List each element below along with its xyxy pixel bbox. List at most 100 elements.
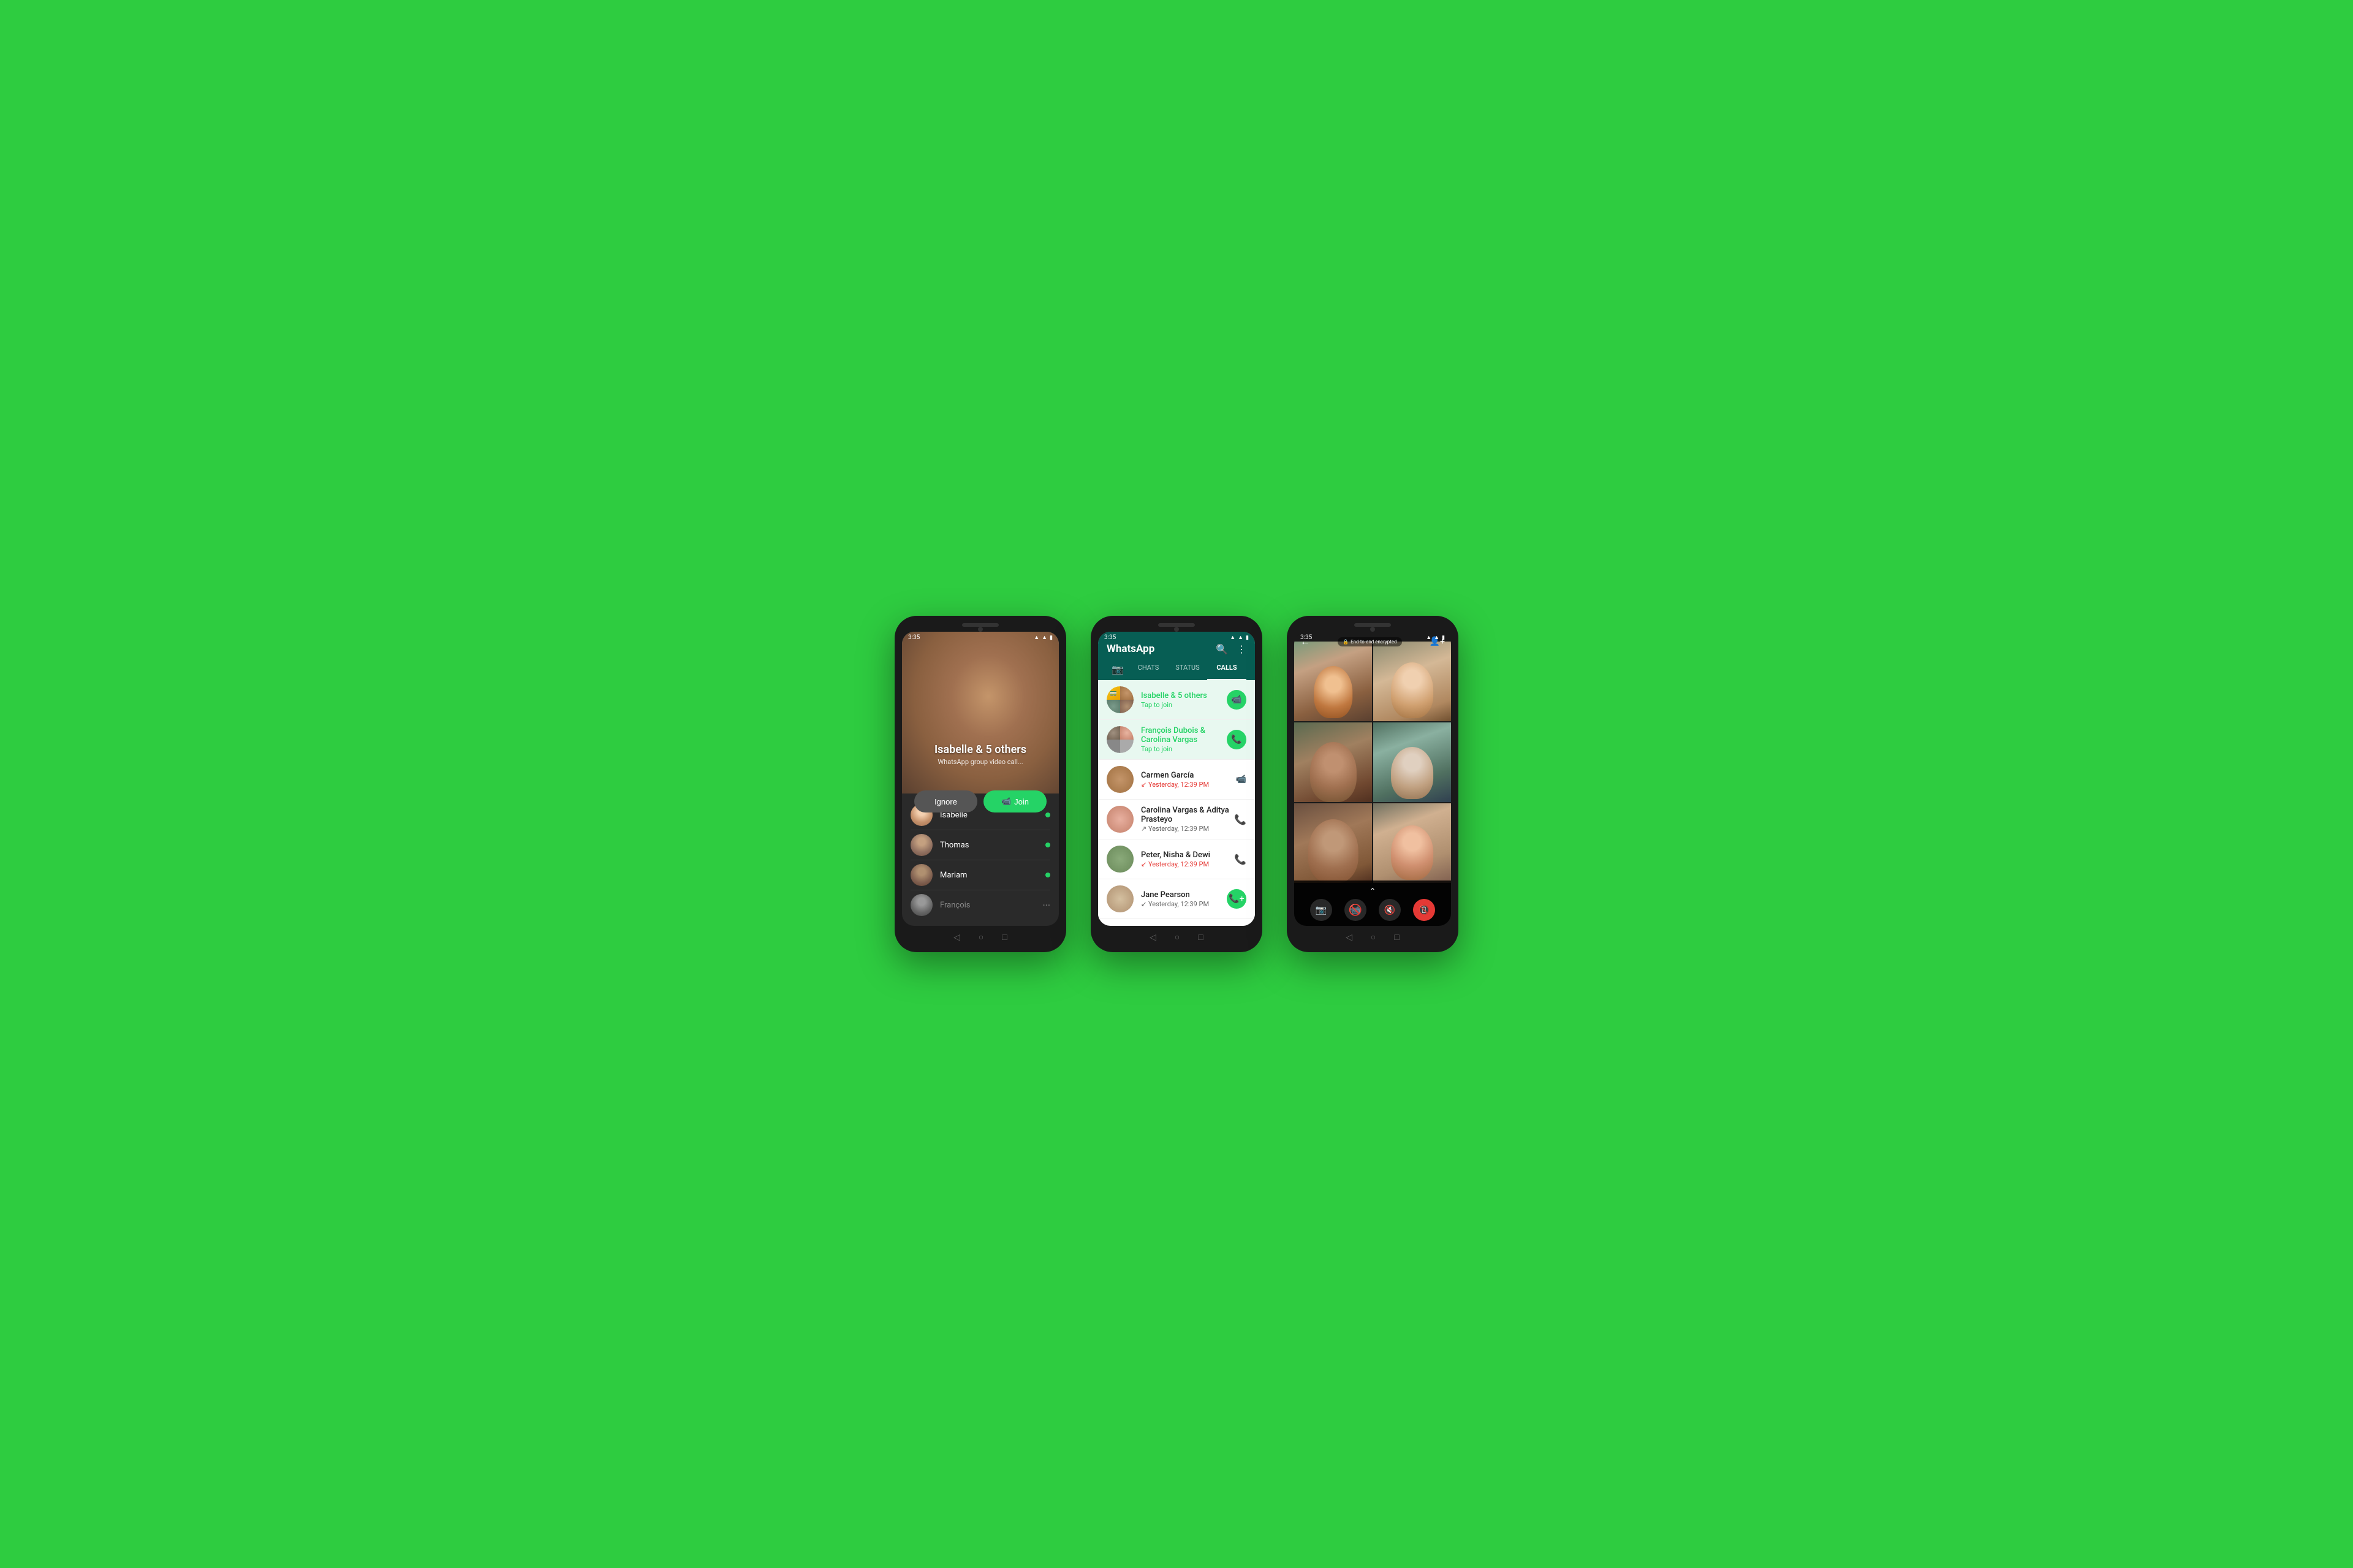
phone1-screen: 3:35 ▲ ▲ ▮ Isabelle & 5 others WhatsApp …: [902, 632, 1059, 926]
video-cell-1: [1294, 642, 1372, 721]
signal-icon: ▲: [1034, 634, 1039, 641]
tab-camera[interactable]: 📷: [1107, 659, 1129, 680]
participant-francois: François ···: [911, 890, 1050, 920]
chevron-up-icon: ⌃: [1294, 887, 1451, 895]
phone3-nav: ◁ ○ □: [1294, 926, 1451, 945]
status-icons-3: ▲ ▲ ▮: [1426, 634, 1445, 641]
phone-2: 3:35 ▲ ▲ ▮ WhatsApp 🔍 ⋮: [1091, 616, 1262, 952]
call-group-name: Isabelle & 5 others: [902, 743, 1059, 756]
add-call-button[interactable]: 📞+: [1227, 889, 1246, 909]
video-toggle-button[interactable]: 📹🚫: [1344, 899, 1366, 921]
phone1-nav: ◁ ○ □: [902, 926, 1059, 945]
recents-nav-2[interactable]: □: [1198, 932, 1203, 942]
app-title: WhatsApp: [1107, 643, 1154, 655]
time-1: 3:35: [908, 634, 920, 641]
call-item-francois-carolina[interactable]: François Dubois & Carolina Vargas Tap to…: [1098, 720, 1255, 760]
online-indicator-isabelle: [1045, 812, 1050, 817]
camera-tab-icon: 📷: [1112, 664, 1124, 675]
call-info: Isabelle & 5 others WhatsApp group video…: [902, 743, 1059, 766]
peter-group-name: Peter, Nisha & Dewi: [1141, 850, 1234, 860]
call-background: [902, 632, 1059, 793]
phone2-nav: ◁ ○ □: [1098, 926, 1255, 945]
tab-status[interactable]: STATUS: [1168, 659, 1207, 680]
front-camera: [978, 627, 983, 632]
wifi-icon-3: ▲: [1434, 634, 1439, 641]
add-call-icon: 📞+: [1229, 894, 1244, 904]
mic-toggle-button[interactable]: 🔇: [1379, 899, 1401, 921]
more-options-dots: ···: [1042, 900, 1050, 911]
tab-chats[interactable]: CHATS: [1129, 659, 1168, 680]
phone-3: ← 🔒 End-to-end encrypted 👤+ 3:35 ▲ ▲ ▮: [1287, 616, 1458, 952]
ignore-button[interactable]: Ignore: [914, 790, 977, 812]
phone2-screen: 3:35 ▲ ▲ ▮ WhatsApp 🔍 ⋮: [1098, 632, 1255, 926]
home-nav-3[interactable]: ○: [1371, 932, 1376, 942]
join-button[interactable]: 📹 Join: [983, 790, 1047, 812]
recents-nav-3[interactable]: □: [1394, 932, 1399, 942]
camera-flip-button[interactable]: 📷: [1310, 899, 1332, 921]
mic-mute-icon: 🔇: [1384, 904, 1396, 915]
battery-icon: ▮: [1050, 635, 1053, 641]
phone-join-button[interactable]: 📞: [1227, 730, 1246, 749]
call-item-carmen[interactable]: Carmen García ↙ Yesterday, 12:39 PM 📹: [1098, 760, 1255, 800]
video-camera-icon: 📹: [1001, 797, 1011, 806]
jane-name: Jane Pearson: [1141, 890, 1227, 900]
video-icon: 📹: [1231, 695, 1241, 705]
peter-group-subtitle: ↙ Yesterday, 12:39 PM: [1141, 860, 1234, 868]
call-item-carolina-aditya[interactable]: Carolina Vargas & Aditya Prasteyo ↗ Yest…: [1098, 800, 1255, 839]
francois-carolina-subtitle: Tap to join: [1141, 745, 1227, 753]
mariam-name: Mariam: [940, 871, 1045, 880]
status-bar-1: 3:35 ▲ ▲ ▮: [902, 632, 1059, 643]
isabelle-group-subtitle: Tap to join: [1141, 701, 1227, 709]
carolina-aditya-subtitle: ↗ Yesterday, 12:39 PM: [1141, 825, 1234, 833]
carmen-avatar: [1107, 766, 1134, 793]
call-action-buttons: Ignore 📹 Join: [902, 790, 1059, 812]
phones-container: 3:35 ▲ ▲ ▮ Isabelle & 5 others WhatsApp …: [895, 616, 1458, 952]
video-cell-6: [1373, 803, 1451, 883]
video-grid: [1294, 642, 1451, 883]
isabelle-group-name: Isabelle & 5 others: [1141, 691, 1227, 700]
online-indicator-thomas: [1045, 843, 1050, 847]
end-call-button[interactable]: 📵: [1413, 899, 1435, 921]
participant-thomas: Thomas: [911, 830, 1050, 860]
isabelle-group-avatar: 🚃: [1107, 686, 1134, 713]
tab-calls[interactable]: CALLS: [1207, 659, 1246, 680]
participant-mariam: Mariam: [911, 860, 1050, 890]
call-item-peter-group[interactable]: Peter, Nisha & Dewi ↙ Yesterday, 12:39 P…: [1098, 839, 1255, 879]
back-nav-1[interactable]: ◁: [953, 933, 960, 942]
francois-carolina-avatar: [1107, 726, 1134, 753]
call-item-isabelle-group[interactable]: 🚃 Isabelle & 5 others Tap to join 📹: [1098, 680, 1255, 720]
video-cell-2: [1373, 642, 1451, 721]
francois-carolina-name: François Dubois & Carolina Vargas: [1141, 726, 1227, 744]
signal-icon-2: ▲: [1230, 634, 1235, 641]
back-nav-2[interactable]: ◁: [1150, 933, 1156, 942]
peter-group-details: Peter, Nisha & Dewi ↙ Yesterday, 12:39 P…: [1141, 850, 1234, 868]
carmen-name: Carmen García: [1141, 771, 1236, 780]
carolina-phone-icon: 📞: [1234, 814, 1246, 825]
carolina-aditya-name: Carolina Vargas & Aditya Prasteyo: [1141, 806, 1234, 824]
video-join-button[interactable]: 📹: [1227, 690, 1246, 710]
home-nav-1[interactable]: ○: [979, 932, 983, 942]
front-camera-2: [1174, 627, 1179, 632]
francois-carolina-details: François Dubois & Carolina Vargas Tap to…: [1141, 726, 1227, 753]
carmen-video-icon: 📹: [1236, 775, 1246, 784]
call-item-jane[interactable]: Jane Pearson ↙ Yesterday, 12:39 PM 📞+: [1098, 879, 1255, 919]
tab-bar: 📷 CHATS STATUS CALLS: [1107, 659, 1246, 680]
back-nav-3[interactable]: ◁: [1346, 933, 1352, 942]
more-menu-icon[interactable]: ⋮: [1237, 643, 1246, 655]
home-nav-2[interactable]: ○: [1175, 932, 1180, 942]
video-cell-5: [1294, 803, 1372, 883]
status-bar-3: 3:35 ▲ ▲ ▮: [1294, 632, 1451, 643]
camera-icon: 📷: [1316, 904, 1327, 915]
video-cell-3: [1294, 722, 1372, 802]
recents-nav-1[interactable]: □: [1002, 932, 1007, 942]
search-icon[interactable]: 🔍: [1216, 643, 1228, 655]
phone-1: 3:35 ▲ ▲ ▮ Isabelle & 5 others WhatsApp …: [895, 616, 1066, 952]
wifi-icon: ▲: [1042, 634, 1047, 641]
wa-header-top: WhatsApp 🔍 ⋮: [1107, 643, 1246, 659]
carmen-details: Carmen García ↙ Yesterday, 12:39 PM: [1141, 771, 1236, 789]
carmen-subtitle: ↙ Yesterday, 12:39 PM: [1141, 781, 1236, 789]
thomas-avatar: [911, 834, 933, 856]
signal-icon-3: ▲: [1426, 634, 1431, 641]
mariam-avatar: [911, 864, 933, 886]
carolina-aditya-details: Carolina Vargas & Aditya Prasteyo ↗ Yest…: [1141, 806, 1234, 833]
